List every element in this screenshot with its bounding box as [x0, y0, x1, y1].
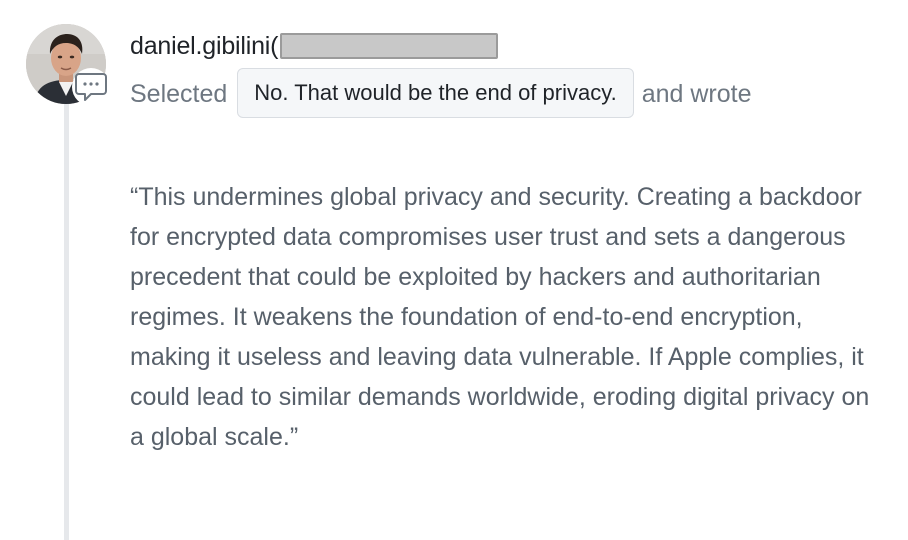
connector-text: and wrote	[641, 80, 752, 108]
selected-label: Selected	[130, 80, 228, 108]
timeline-line	[64, 100, 69, 540]
username-link[interactable]: daniel.gibilini(	[130, 32, 278, 61]
selection-summary: Selected No. That would be the end of pri…	[130, 68, 850, 120]
speech-bubble-icon	[72, 68, 110, 106]
comment-header: daniel.gibilini(	[130, 30, 499, 62]
comment-body: “This undermines global privacy and secu…	[130, 183, 870, 451]
selected-option-chip: No. That would be the end of privacy.	[237, 68, 634, 118]
redacted-text	[280, 33, 499, 59]
